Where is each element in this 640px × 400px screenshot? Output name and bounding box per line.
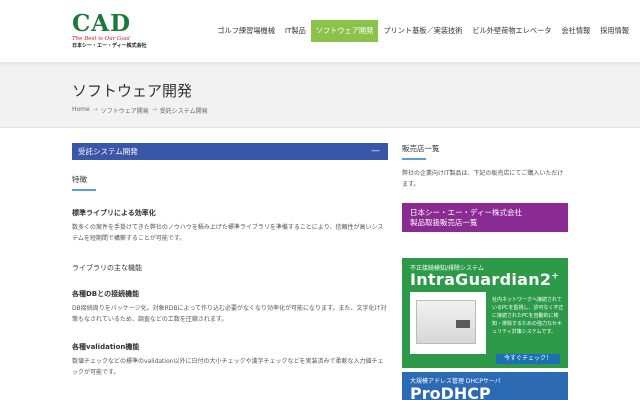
nav-item-pcb[interactable]: プリント基板／実装技術	[378, 20, 467, 42]
paragraph-library-efficiency: 数多くの案件を手掛けてきた弊社のノウハウを積み上げた標準ライブラリを準備すること…	[72, 224, 384, 242]
page-title: ソフトウェア開発	[72, 82, 193, 100]
sidebar-text: 弊社の企業向けIT製品は、下記の販売店にてご購入いただけます。	[402, 170, 564, 188]
heading-validation: 各種validation機能	[72, 343, 140, 351]
banner-description: 社内ネットワークへ接続されているPCを監視し、許可なく不正に接続されたPCを自動…	[492, 297, 564, 335]
company-logo[interactable]: CAD The Best is Our Goal 日本シー・エー・ディー株式会社	[72, 12, 147, 52]
section-underline	[72, 189, 96, 191]
sidebar-title: 販売店一覧	[402, 144, 440, 153]
main-nav: ゴルフ練習場機械 IT製品 ソフトウェア開発 プリント基板／実装技術 ビル外壁荷…	[212, 20, 634, 42]
device-port	[456, 320, 470, 328]
banner2-product-name: ProDHCP	[410, 384, 491, 400]
nav-item-company[interactable]: 会社情報	[556, 20, 595, 42]
check-now-button[interactable]: 今すぐチェック！	[496, 354, 560, 364]
title-band: ソフトウェア開発 Home → ソフトウェア開発 → 受託システム開発	[0, 66, 640, 128]
breadcrumb-separator: →	[92, 106, 98, 113]
reseller-link-line2: 製品取扱販売店一覧	[410, 218, 478, 227]
collapse-icon[interactable]: —	[371, 143, 380, 160]
logo-company-name: 日本シー・エー・ディー株式会社	[72, 43, 147, 49]
nav-item-it[interactable]: IT製品	[280, 20, 311, 42]
breadcrumb-software[interactable]: ソフトウェア開発	[101, 106, 149, 115]
reseller-list-link[interactable]: 日本シー・エー・ディー株式会社 製品取扱販売店一覧	[402, 203, 568, 232]
product-name-sup: +	[551, 271, 560, 282]
logo-text: CAD	[72, 10, 132, 37]
logo-wordmark: CAD	[72, 12, 134, 35]
accordion-title: 受託システム開発	[78, 147, 138, 156]
prodhcp-banner[interactable]: 大規模アドレス管理 DHCPサーバ ProDHCP	[402, 372, 568, 400]
heading-library-functions: ライブラリの主な機能	[72, 264, 142, 272]
paragraph-db-connection: DB接続周りをパッケージ化。対象RDBによって作り込む必要がなくなり効率化が可能…	[72, 305, 387, 323]
breadcrumb-separator: →	[151, 106, 157, 113]
breadcrumb: Home → ソフトウェア開発 → 受託システム開発	[72, 106, 208, 115]
heading-library-efficiency: 標準ライブリによる効率化	[72, 209, 156, 217]
banner-product-name: IntraGuardian2+	[410, 270, 559, 289]
paragraph-validation: 数値チェックなどの標準のvalidation以外に日付の大小チェックや漢字チェッ…	[72, 358, 384, 376]
breadcrumb-current[interactable]: 受託システム開発	[160, 106, 208, 115]
intraguardian-banner[interactable]: 不正接続検知/排除システム IntraGuardian2+ 社内ネットワークへ接…	[402, 258, 568, 368]
nav-item-elevator[interactable]: ビル外壁荷物エレベータ	[467, 20, 556, 42]
sidebar: 販売店一覧 弊社の企業向けIT製品は、下記の販売店にてご購入いただけます。 日本…	[402, 143, 568, 232]
nav-item-software[interactable]: ソフトウェア開発	[310, 20, 379, 42]
accordion-header[interactable]: 受託システム開発 —	[72, 143, 388, 160]
product-name-text: IntraGuardian2	[410, 270, 552, 289]
device-image	[410, 292, 486, 354]
heading-db-connection: 各種DBとの接続機能	[72, 290, 140, 298]
reseller-link-line1: 日本シー・エー・ディー株式会社	[410, 208, 522, 217]
sidebar-underline	[402, 158, 426, 160]
site-header: CAD The Best is Our Goal 日本シー・エー・ディー株式会社…	[0, 0, 640, 62]
breadcrumb-home[interactable]: Home	[72, 106, 90, 115]
section-title: 特徴	[72, 175, 87, 184]
main-content: 受託システム開発 — 特徴 標準ライブリによる効率化 数多くの案件を手掛けてきた…	[72, 143, 388, 378]
nav-item-recruit[interactable]: 採用情報	[595, 20, 634, 42]
nav-item-golf[interactable]: ゴルフ練習場機械	[212, 20, 280, 42]
